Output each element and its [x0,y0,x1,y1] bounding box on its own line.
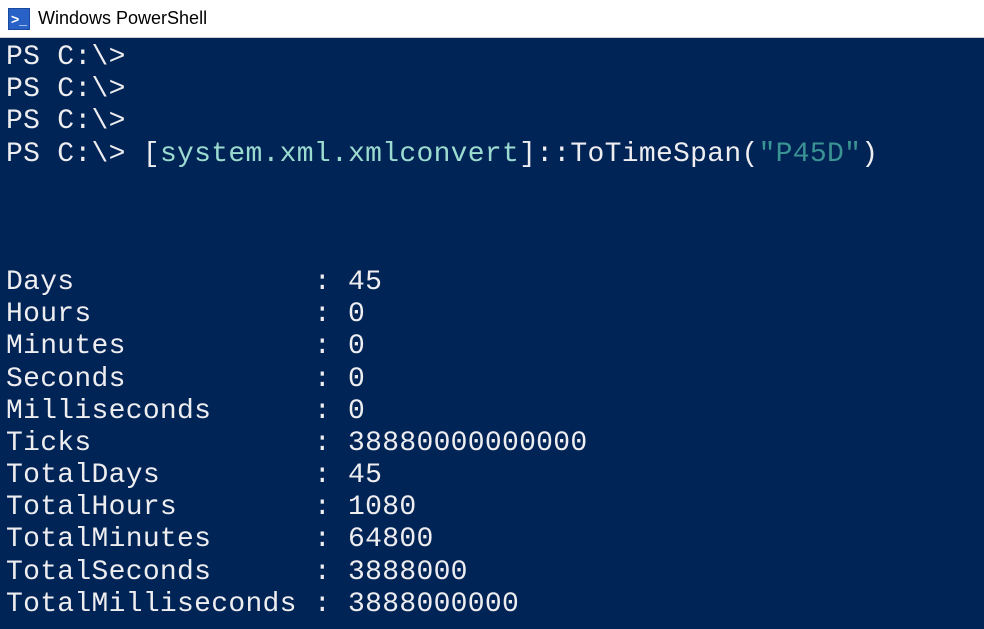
output-row-4: Milliseconds : 0 [6,396,365,427]
prompt-line-2: PS C:\> [6,74,126,105]
blank-line-2 [6,235,978,267]
powershell-icon: >_ [8,8,30,30]
paren-close: ) [861,139,878,170]
blank-line-1 [6,171,978,203]
string-quote-close: " [844,139,861,170]
string-quote-open: " [759,139,776,170]
method-call: ::ToTimeSpan( [536,139,758,170]
prompt-line-1: PS C:\> [6,42,126,73]
type-reference: system.xml.xmlconvert [160,139,519,170]
output-row-10: TotalMilliseconds : 3888000000 [6,589,519,620]
output-row-7: TotalHours : 1080 [6,492,416,523]
window-title: Windows PowerShell [38,8,207,29]
output-row-9: TotalSeconds : 3888000 [6,557,468,588]
output-row-2: Minutes : 0 [6,331,365,362]
output-row-8: TotalMinutes : 64800 [6,524,434,555]
bracket-close: ] [519,139,536,170]
bracket-open: [ [143,139,160,170]
output-row-6: TotalDays : 45 [6,460,382,491]
output-row-5: Ticks : 38880000000000 [6,428,588,459]
output-row-0: Days : 45 [6,267,382,298]
powershell-icon-glyph: >_ [11,12,27,26]
output-row-1: Hours : 0 [6,299,365,330]
terminal-area[interactable]: PS C:\> PS C:\> PS C:\> PS C:\> [system.… [0,38,984,625]
titlebar[interactable]: >_ Windows PowerShell [0,0,984,38]
command-prompt: PS C:\> [6,139,143,170]
string-value: P45D [776,139,844,170]
prompt-line-3: PS C:\> [6,106,126,137]
output-row-3: Seconds : 0 [6,364,365,395]
